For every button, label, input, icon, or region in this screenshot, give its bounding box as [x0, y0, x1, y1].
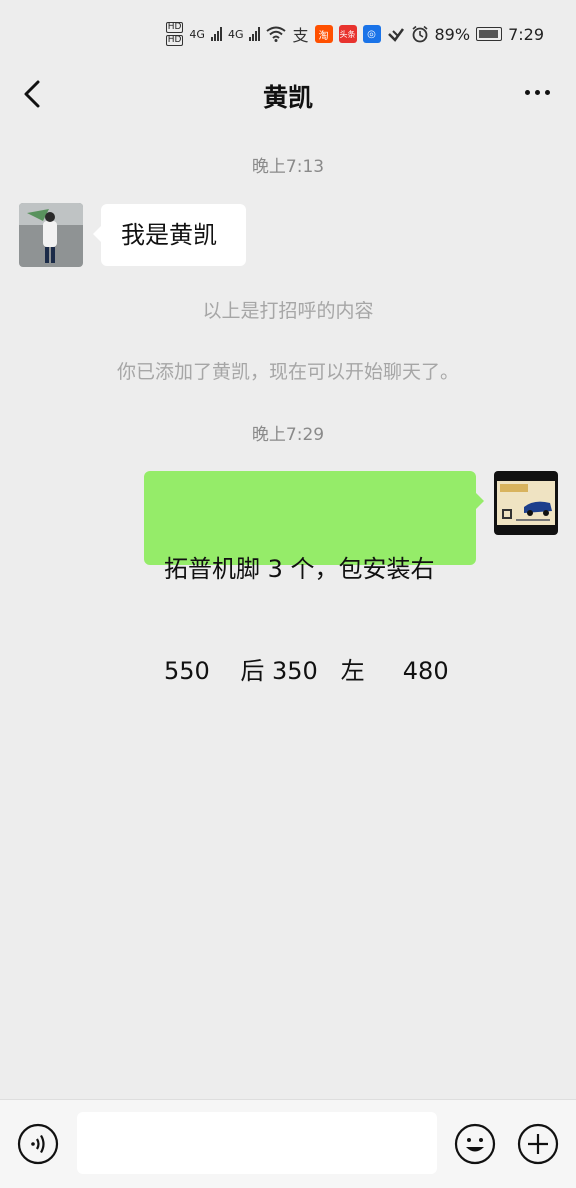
- hd-label-1: HD: [165, 22, 184, 33]
- message-text: 我是黄凯: [121, 221, 217, 249]
- signal-icon-1: [210, 27, 222, 41]
- taobao-notification-icon: 淘: [314, 25, 333, 43]
- toutiao-notification-icon: 头条: [338, 25, 357, 43]
- status-bar: HD HD 4G 4G 支 淘 头条 ◎ 89% 7:29: [0, 0, 576, 64]
- emoji-button[interactable]: [454, 1123, 496, 1165]
- more-functions-button[interactable]: [517, 1123, 559, 1165]
- status-icons: HD HD 4G 4G 支 淘 头条 ◎ 89% 7:29: [165, 22, 544, 46]
- message-input[interactable]: [77, 1112, 437, 1174]
- more-dot-icon: [525, 90, 530, 95]
- timestamp: 晚上7:13: [251, 157, 325, 177]
- battery-percent: 89%: [434, 24, 471, 44]
- clock: 7:29: [508, 24, 544, 44]
- message-text-line: 拓普机脚 3 个，包安装右: [164, 555, 435, 583]
- voice-icon: [17, 1123, 59, 1165]
- composer-bar: [0, 1099, 576, 1188]
- more-dot-icon: [545, 90, 550, 95]
- voice-input-button[interactable]: [17, 1123, 59, 1165]
- hd-icon: HD HD: [165, 22, 184, 46]
- plus-icon: [517, 1123, 559, 1165]
- system-message: 你已添加了黄凯，现在可以开始聊天了。: [116, 361, 459, 383]
- alarm-icon: [411, 25, 428, 43]
- wifi-icon: [266, 26, 287, 42]
- more-options-button[interactable]: [525, 90, 550, 95]
- app-notification-icon: ◎: [362, 25, 381, 43]
- timestamp: 晚上7:29: [251, 425, 325, 445]
- incoming-message-bubble[interactable]: 我是黄凯: [93, 204, 246, 266]
- system-message: 以上是打招呼的内容: [202, 300, 374, 322]
- smiley-icon: [454, 1123, 496, 1165]
- contact-avatar[interactable]: [19, 203, 83, 267]
- signal-icon-2: [249, 27, 261, 41]
- chat-header: 黄凯: [0, 64, 576, 130]
- more-dot-icon: [535, 90, 540, 95]
- message-text-line: 550 后 350 左 480: [164, 657, 449, 685]
- hd-label-2: HD: [165, 35, 184, 46]
- heart-check-icon: [387, 28, 404, 42]
- network-type-2: 4G: [227, 27, 244, 41]
- network-type-1: 4G: [189, 27, 205, 41]
- alipay-notification-icon: 支: [292, 26, 309, 45]
- my-avatar[interactable]: [494, 471, 558, 535]
- chat-title: 黄凯: [262, 83, 313, 112]
- outgoing-message-bubble[interactable]: 拓普机脚 3 个，包安装右 550 后 350 左 480: [144, 471, 484, 685]
- battery-icon: [476, 27, 503, 41]
